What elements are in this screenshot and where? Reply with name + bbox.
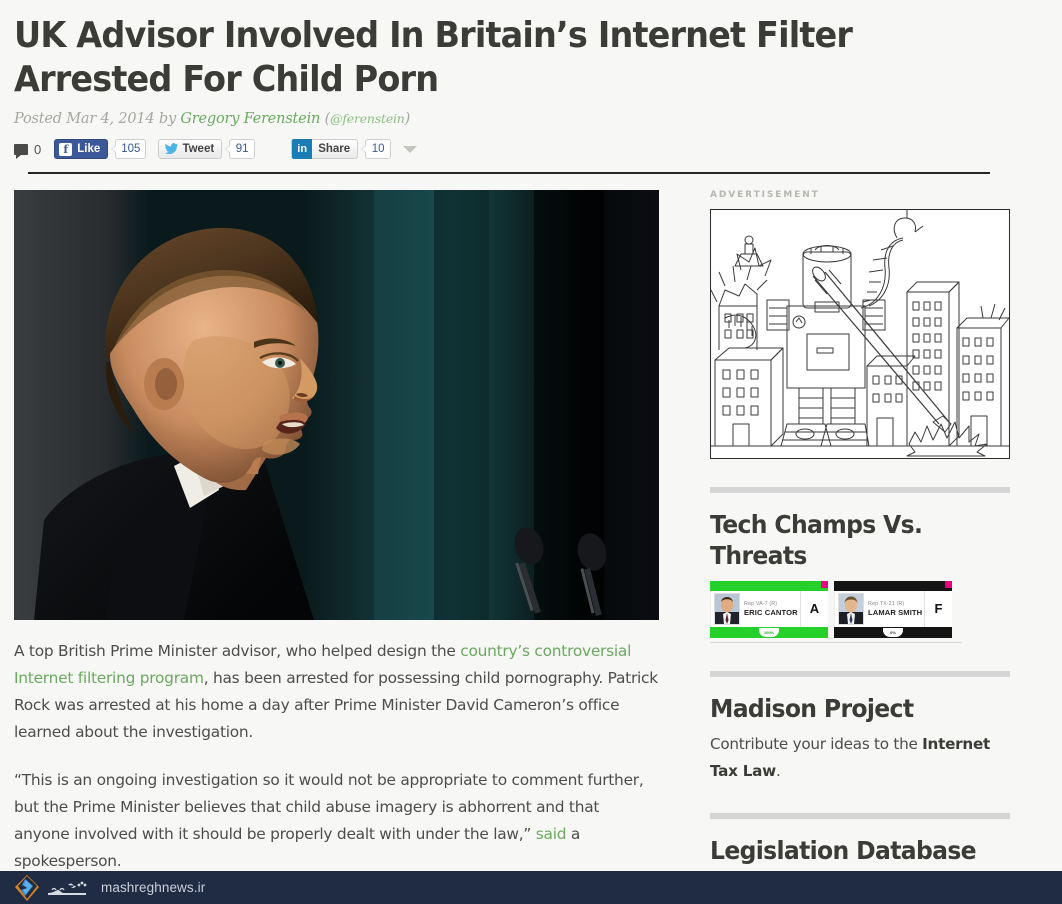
champ-grade: F (924, 591, 952, 627)
linkedin-share-count: 10 (361, 139, 392, 159)
madison-project-text: Contribute your ideas to the Internet Ta… (710, 731, 1021, 785)
robot-city-line-drawing-icon (711, 210, 1009, 458)
advertisement-banner[interactable] (710, 209, 1010, 459)
madison-text-a: Contribute your ideas to the (710, 735, 923, 753)
social-share-bar: 0 f Like 105 Tweet 91 in Share 10 (14, 138, 1026, 160)
linkedin-share-button[interactable]: in Share (291, 139, 359, 159)
comment-link[interactable]: 0 (14, 141, 42, 159)
advertisement-label: ADVERTISEMENT (710, 190, 820, 200)
tech-champs-title[interactable]: Tech Champs Vs. Threats (710, 509, 1002, 571)
watermark-bar: mashreghnews.ir (0, 871, 1062, 904)
twitter-bird-icon (165, 143, 179, 155)
linkedin-share-label: Share (318, 143, 351, 155)
champ-avatar (714, 593, 740, 625)
champ-accent-bottom: 0% (834, 627, 952, 638)
champ-name-block: Rep VA-7 (R) ERIC CANTOR (744, 601, 800, 617)
twitter-tweet-count: 91 (225, 139, 256, 159)
facebook-like-group: f Like 105 (54, 139, 147, 159)
champ-accent-bottom: 100% (710, 627, 828, 638)
legislation-database-title[interactable]: Legislation Database (710, 835, 1002, 866)
champ-accent-top (710, 581, 828, 591)
champ-name: LAMAR SMITH (868, 608, 923, 617)
byline-posted-label: Posted (14, 111, 62, 127)
widget-tech-champs: Tech Champs Vs. Threats Rep VA-7 (R) ERI… (710, 509, 1021, 643)
widget-madison-project: Madison Project Contribute your ideas to… (710, 693, 1021, 785)
portrait-icon (839, 594, 863, 624)
facebook-like-count: 105 (111, 139, 147, 159)
article-page: UK Advisor Involved In Britain’s Interne… (0, 0, 1062, 904)
sidebar-divider-2 (710, 671, 1010, 677)
champ-info-row: Rep TX-21 (R) LAMAR SMITH F (834, 591, 952, 627)
champ-avatar (838, 593, 864, 625)
champ-badge: 0% (883, 628, 903, 637)
mashregh-persian-script-icon (48, 881, 87, 895)
champ-dot-icon (945, 581, 952, 588)
tech-champs-cards: Rep VA-7 (R) ERIC CANTOR A 100% Rep TX-2… (710, 581, 1021, 638)
twitter-tweet-group: Tweet 91 (146, 139, 256, 159)
hero-photo-illustration (14, 190, 659, 620)
champ-name: ERIC CANTOR (744, 608, 798, 617)
facebook-like-button[interactable]: f Like (54, 139, 109, 159)
byline-handle-close: ) (404, 111, 411, 127)
twitter-tweet-label: Tweet (182, 143, 215, 155)
champ-name-block: Rep TX-21 (R) LAMAR SMITH (868, 601, 924, 617)
madison-text-b: . (775, 762, 781, 780)
champ-info-row: Rep VA-7 (R) ERIC CANTOR A (710, 591, 828, 627)
main-column: A top British Prime Minister advisor, wh… (14, 190, 659, 904)
linkedin-in-icon: in (292, 139, 313, 159)
byline-date: Mar 4, 2014 (66, 111, 155, 127)
champ-card[interactable]: Rep VA-7 (R) ERIC CANTOR A 100% (710, 581, 828, 638)
linkedin-share-group: in Share 10 (291, 139, 392, 159)
champs-underline (710, 642, 962, 643)
p2-inline-link[interactable]: said (536, 825, 567, 843)
champ-dot-icon (821, 581, 828, 588)
chevron-down-icon[interactable] (403, 145, 418, 153)
byline-by-label: by (158, 111, 176, 127)
sidebar-divider-1 (710, 487, 1010, 493)
byline: Posted Mar 4, 2014 by Gregory Ferenstein… (14, 111, 1026, 127)
facebook-f-icon: f (59, 142, 73, 156)
champ-accent-top (834, 581, 952, 591)
madison-project-title[interactable]: Madison Project (710, 693, 1002, 724)
article-header: UK Advisor Involved In Britain’s Interne… (0, 0, 1062, 174)
champ-role: Rep TX-21 (R) (868, 601, 905, 607)
champ-card[interactable]: Rep TX-21 (R) LAMAR SMITH F 0% (834, 581, 952, 638)
paragraph-1: A top British Prime Minister advisor, wh… (14, 638, 659, 746)
p1-text-a: A top British Prime Minister advisor, wh… (14, 642, 461, 660)
champ-role: Rep VA-7 (R) (744, 601, 778, 607)
twitter-tweet-button[interactable]: Tweet (158, 139, 223, 159)
page-title: UK Advisor Involved In Britain’s Interne… (14, 15, 853, 100)
champ-badge: 100% (759, 628, 779, 637)
facebook-like-label: Like (77, 143, 101, 155)
paragraph-2: “This is an ongoing investigation so it … (14, 767, 659, 875)
byline-twitter-handle-link[interactable]: @ferenstein (330, 111, 405, 126)
watermark-url: mashreghnews.ir (101, 880, 206, 895)
sidebar-divider-3 (710, 813, 1010, 819)
comment-icon (14, 143, 28, 159)
mashregh-logo-icon (15, 874, 39, 901)
article-body: A top British Prime Minister advisor, wh… (14, 638, 659, 904)
champ-grade: A (800, 591, 828, 627)
hero-image (14, 190, 659, 620)
comment-count: 0 (34, 141, 42, 157)
portrait-icon (715, 594, 739, 624)
content-area: A top British Prime Minister advisor, wh… (0, 174, 1062, 904)
sidebar: ADVERTISEMENT Tech Champs Vs. Threats Re… (710, 190, 1021, 904)
byline-author-link[interactable]: Gregory Ferenstein (180, 111, 320, 127)
